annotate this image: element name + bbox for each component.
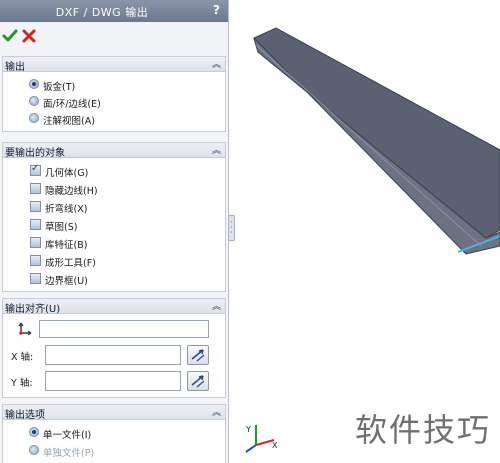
checkbox[interactable] [30,163,41,176]
checkmark-icon [2,29,18,42]
help-button[interactable]: ? [213,3,220,17]
checkbox[interactable] [30,219,41,230]
x-axis-flip-button[interactable] [187,345,209,365]
export-item-forming-tools[interactable]: 成形工具(F) [3,253,203,269]
y-axis-flip-button[interactable] [187,371,209,391]
collapse-icon[interactable]: ︽ [212,299,221,312]
option-label: 注解视图(A) [43,116,95,127]
output-options-header[interactable]: 输出选项 ︽ [3,405,225,421]
svg-text:X: X [272,441,278,450]
output-options-title: 输出选项 [5,410,45,421]
export-item-hidden-edges[interactable]: 隐藏边线(H) [3,181,203,197]
graphics-viewport[interactable]: Y X [236,0,500,463]
panel-title-bar: DXF / DWG 输出 ? [0,0,228,22]
option-label: 单独文件(P) [43,448,95,459]
radio-button[interactable] [29,445,39,455]
svg-text:Y: Y [245,425,251,434]
radio-button[interactable] [29,427,39,437]
item-label: 几何体(G) [45,168,89,179]
export-item-bounding-box[interactable]: 边界框(U) [3,271,203,287]
flip-direction-icon [191,349,205,362]
output-options-group: 输出选项 ︽ 单一文件(I) 单独文件(P) [2,404,226,463]
export-item-geometry[interactable]: 几何体(G) [3,163,203,179]
property-manager-panel: DXF / DWG 输出 ? 输出 ︽ 钣金(T) 面/环/边线(E) 注解视图… [0,0,229,463]
output-option-faces[interactable]: 面/环/边线(E) [3,94,203,110]
collapse-icon[interactable]: ︽ [212,405,221,418]
radio-button[interactable] [29,113,39,123]
panel-splitter-handle[interactable]: · · · [228,215,235,241]
ok-cancel-bar [0,22,228,54]
x-icon [22,29,36,43]
alignment-header[interactable]: 输出对齐(U) ︽ [3,299,225,315]
y-axis-label: Y 轴: [11,378,33,389]
output-group-header[interactable]: 输出 ︽ [3,57,225,73]
origin-input[interactable] [39,320,209,338]
cancel-button[interactable] [22,29,36,46]
export-item-library-features[interactable]: 库特征(B) [3,235,203,251]
item-label: 边界框(U) [45,276,88,287]
collapse-icon[interactable]: ︽ [212,143,221,156]
output-option-annotation-view[interactable]: 注解视图(A) [3,111,203,127]
part-top-face[interactable] [253,27,500,239]
panel-title: DXF / DWG 输出 [55,6,149,19]
watermark-text: 软件技巧 [355,411,492,449]
x-axis-input[interactable] [45,345,181,365]
flip-direction-icon [191,375,205,388]
export-item-sketches[interactable]: 草图(S) [3,217,203,233]
export-objects-title: 要输出的对象 [5,148,65,159]
alignment-title: 输出对齐(U) [5,304,61,315]
collapse-icon[interactable]: ︽ [212,57,221,70]
option-label: 单一文件(I) [43,430,92,441]
export-objects-group: 要输出的对象 ︽ 几何体(G) 隐藏边线(H) 折弯线(X) 草图(S) 库特征… [2,142,226,292]
option-label: 面/环/边线(E) [43,99,101,110]
export-objects-header[interactable]: 要输出的对象 ︽ [3,143,225,159]
output-option-sheetmetal[interactable]: 钣金(T) [3,77,203,93]
radio-button[interactable] [29,79,39,89]
checkbox[interactable] [30,201,41,212]
item-label: 库特征(B) [45,240,88,251]
option-single-file[interactable]: 单一文件(I) [3,425,203,441]
item-label: 草图(S) [45,222,78,233]
alignment-group: 输出对齐(U) ︽ X 轴: Y 轴: [2,298,226,398]
item-label: 折弯线(X) [45,204,88,215]
item-label: 隐藏边线(H) [45,186,98,197]
x-axis-label: X 轴: [11,352,34,363]
origin-icon [18,322,32,336]
view-triad-icon: Y X [245,425,278,453]
checkbox[interactable] [30,273,41,284]
y-axis-input[interactable] [45,371,181,391]
output-group-title: 输出 [5,62,25,73]
radio-button[interactable] [29,96,39,106]
output-group: 输出 ︽ 钣金(T) 面/环/边线(E) 注解视图(A) [2,56,226,132]
option-label: 钣金(T) [43,82,76,93]
checkbox[interactable] [30,255,41,266]
item-label: 成形工具(F) [45,258,96,269]
ok-button[interactable] [2,28,18,47]
checkbox[interactable] [30,237,41,248]
export-item-bend-lines[interactable]: 折弯线(X) [3,199,203,215]
checkbox[interactable] [30,183,41,194]
option-separate-files[interactable]: 单独文件(P) [3,443,203,459]
